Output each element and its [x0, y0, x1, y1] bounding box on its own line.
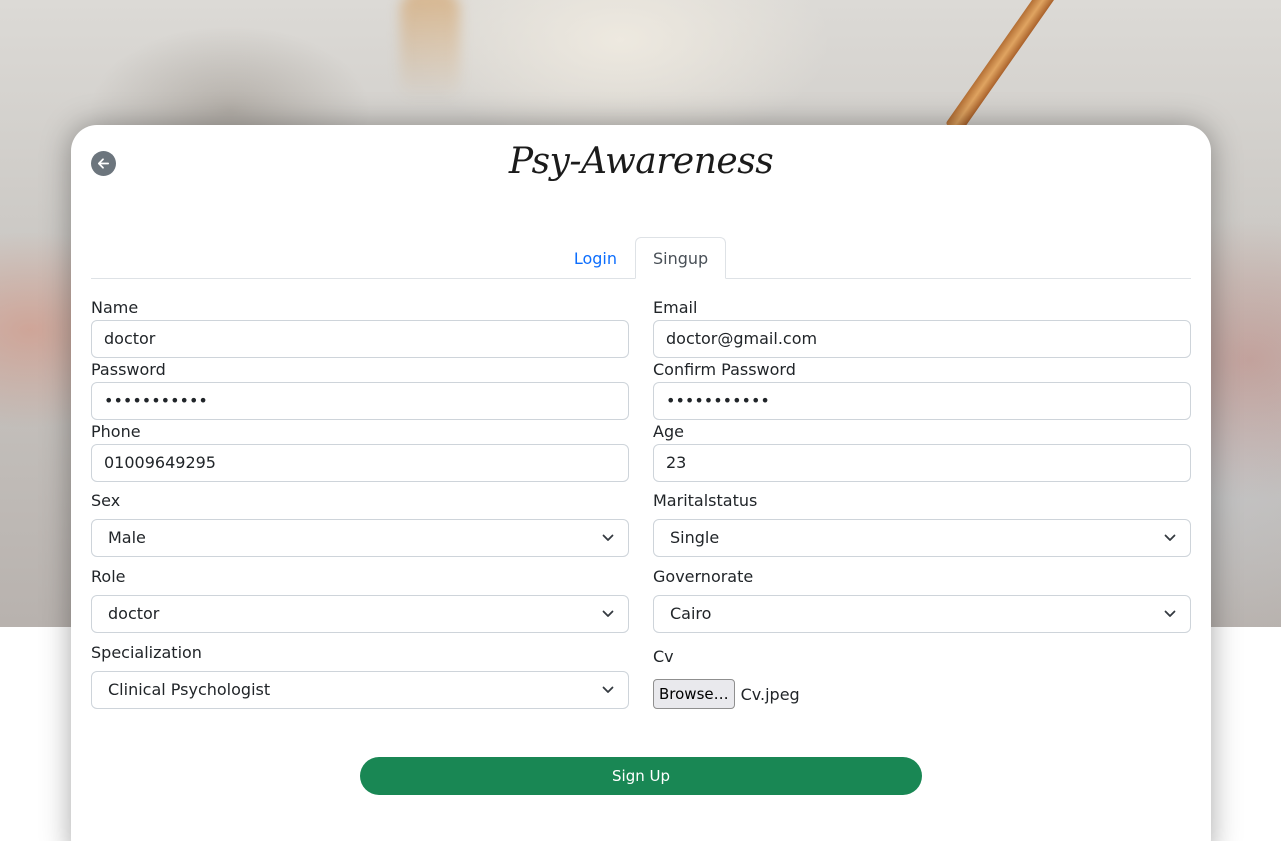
governorate-field-group: Governorate Cairo: [653, 567, 1191, 633]
governorate-select[interactable]: Cairo: [653, 595, 1191, 633]
signup-card: Psy-Awareness Login Singup Name doctor E…: [71, 125, 1211, 841]
governorate-label: Governorate: [653, 567, 754, 586]
sex-field-group: Sex Male: [91, 491, 629, 557]
cv-label: Cv: [653, 647, 674, 666]
chevron-down-icon: [602, 610, 614, 617]
cv-file-name: Cv.jpeg: [740, 684, 800, 704]
email-label: Email: [653, 298, 698, 317]
specialization-select[interactable]: Clinical Psychologist: [91, 671, 629, 709]
name-input[interactable]: doctor: [91, 320, 629, 358]
role-label: Role: [91, 567, 126, 586]
specialization-field-group: Specialization Clinical Psychologist: [91, 643, 629, 709]
sex-label: Sex: [91, 491, 121, 510]
role-field-group: Role doctor: [91, 567, 629, 633]
marital-status-label: Maritalstatus: [653, 491, 758, 510]
specialization-label: Specialization: [91, 643, 202, 662]
password-field-group: Password •••••••••••: [91, 360, 629, 420]
age-field-group: Age 23: [653, 422, 1191, 482]
tab-signup[interactable]: Singup: [634, 237, 727, 279]
governorate-select-value: Cairo: [670, 604, 712, 623]
chevron-down-icon: [602, 534, 614, 541]
confirm-password-field-group: Confirm Password •••••••••••: [653, 360, 1191, 420]
chevron-down-icon: [1164, 534, 1176, 541]
password-input[interactable]: •••••••••••: [91, 382, 629, 420]
sign-up-button[interactable]: Sign Up: [360, 757, 922, 795]
brand-title: Psy-Awareness: [508, 141, 774, 182]
age-input[interactable]: 23: [653, 444, 1191, 482]
sex-select[interactable]: Male: [91, 519, 629, 557]
phone-input[interactable]: 01009649295: [91, 444, 629, 482]
background-lamp: [400, 0, 460, 100]
browse-button[interactable]: Browse…: [653, 679, 735, 709]
name-field-group: Name doctor: [91, 298, 629, 358]
chevron-down-icon: [602, 686, 614, 693]
password-label: Password: [91, 360, 166, 379]
marital-status-select-value: Single: [670, 528, 720, 547]
cv-file-input: Browse… Cv.jpeg: [653, 679, 1191, 709]
email-field-group: Email doctor@gmail.com: [653, 298, 1191, 358]
age-label: Age: [653, 422, 684, 441]
email-input[interactable]: doctor@gmail.com: [653, 320, 1191, 358]
specialization-select-value: Clinical Psychologist: [108, 680, 271, 699]
name-label: Name: [91, 298, 139, 317]
chevron-down-icon: [1164, 610, 1176, 617]
phone-field-group: Phone 01009649295: [91, 422, 629, 482]
auth-tabs: Login Singup: [91, 237, 1191, 279]
role-select-value: doctor: [108, 604, 160, 623]
sex-select-value: Male: [108, 528, 146, 547]
confirm-password-input[interactable]: •••••••••••: [653, 382, 1191, 420]
role-select[interactable]: doctor: [91, 595, 629, 633]
marital-status-select[interactable]: Single: [653, 519, 1191, 557]
background-pencil: [945, 0, 1075, 135]
phone-label: Phone: [91, 422, 141, 441]
cv-field-group: Cv Browse… Cv.jpeg: [653, 647, 1191, 709]
confirm-password-label: Confirm Password: [653, 360, 796, 379]
marital-status-field-group: Maritalstatus Single: [653, 491, 1191, 557]
tab-login[interactable]: Login: [556, 237, 635, 277]
